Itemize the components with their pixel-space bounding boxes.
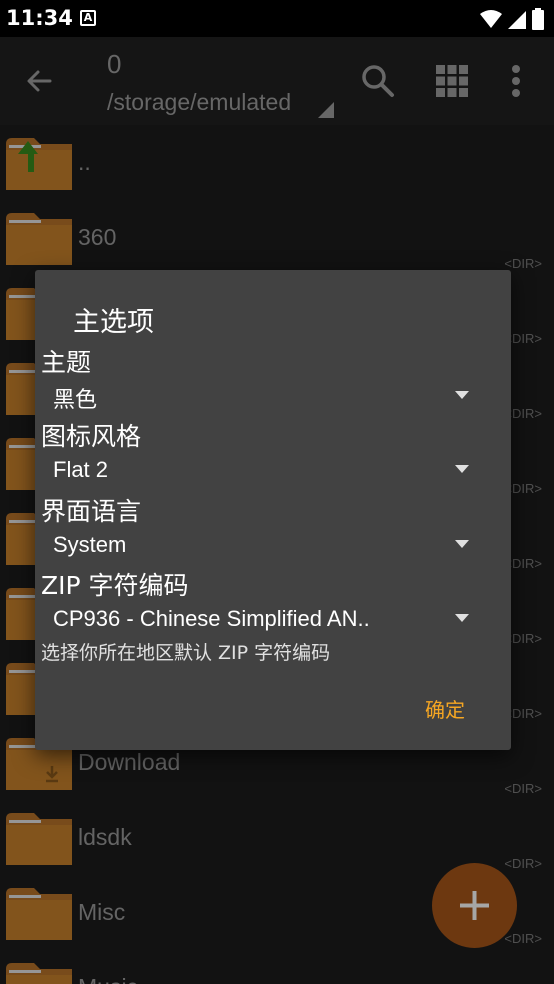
zip-encoding-select[interactable]: CP936 - Chinese Simplified AN..	[53, 606, 370, 632]
language-label: 界面语言	[41, 497, 142, 526]
language-select[interactable]: System	[53, 532, 126, 558]
theme-dropdown-icon[interactable]	[453, 390, 471, 400]
icon-style-label: 图标风格	[41, 422, 142, 451]
zip-encoding-label: ZIP 字符编码	[41, 571, 189, 600]
wifi-icon	[480, 10, 502, 28]
icon-style-dropdown-icon[interactable]	[453, 464, 471, 474]
theme-label: 主题	[41, 348, 92, 377]
zip-encoding-hint: 选择你所在地区默认 ZIP 字符编码	[41, 642, 331, 664]
language-dropdown-icon[interactable]	[453, 539, 471, 549]
theme-select[interactable]: 黑色	[53, 382, 97, 414]
main-options-dialog: 主选项 主题 黑色 图标风格 Flat 2 界面语言 System ZIP 字符…	[35, 270, 511, 750]
dialog-title: 主选项	[73, 307, 154, 338]
notification-a-icon: A	[80, 10, 96, 26]
battery-icon	[532, 8, 544, 30]
zip-encoding-dropdown-icon[interactable]	[453, 613, 471, 623]
status-time: 11:34	[6, 6, 73, 30]
ok-button[interactable]: 确定	[415, 690, 475, 730]
status-bar: 11:34 A	[0, 0, 554, 37]
status-icons	[480, 8, 544, 30]
signal-icon	[508, 11, 526, 29]
icon-style-select[interactable]: Flat 2	[53, 457, 108, 483]
